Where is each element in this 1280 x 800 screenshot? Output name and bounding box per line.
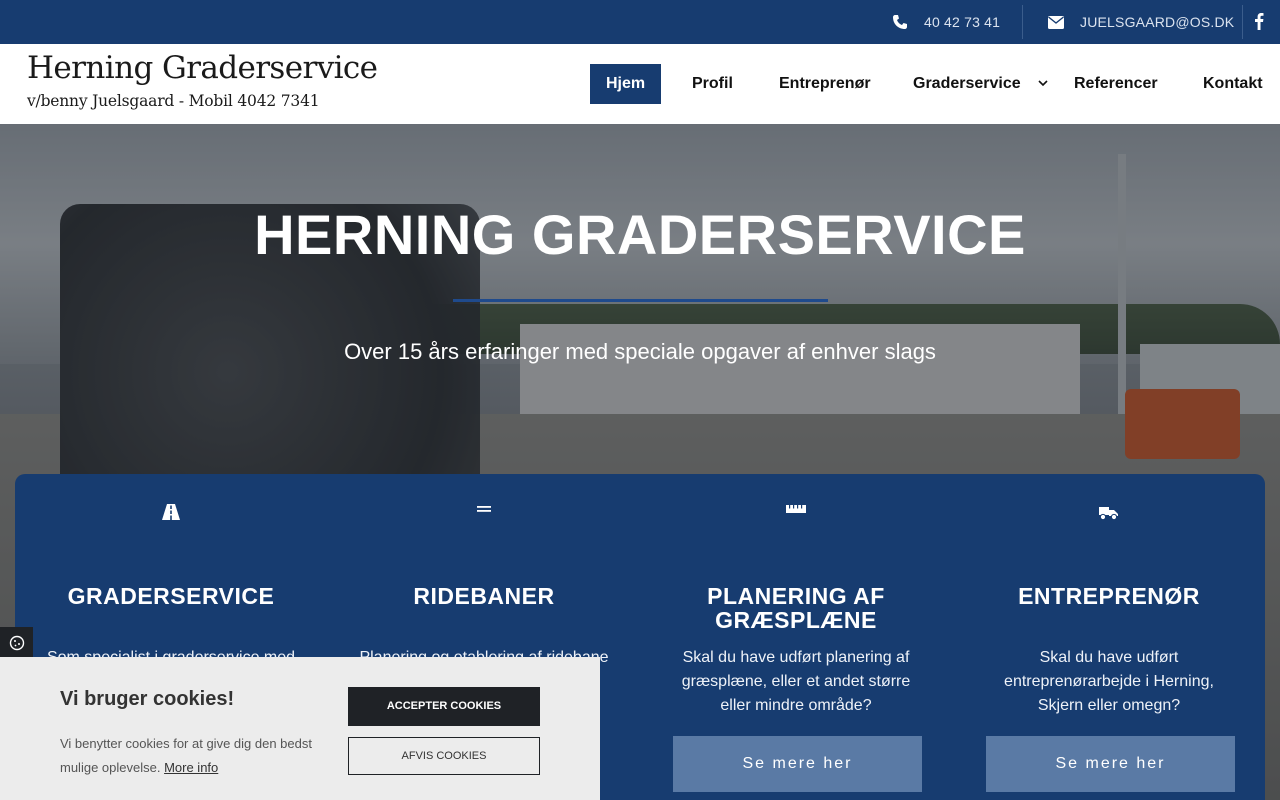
logo-title[interactable]: Herning Graderservice <box>27 50 378 86</box>
service-title: PLANERING AF GRÆSPLÆNE <box>707 583 885 633</box>
nav-item-graderservice[interactable]: Graderservice <box>913 64 1021 104</box>
see-more-button[interactable]: Se mere her <box>986 736 1235 792</box>
nav-item-referencer[interactable]: Referencer <box>1074 64 1158 104</box>
email-address: JUELSGAARD@OS.DK <box>1080 14 1235 30</box>
nav-item-profil[interactable]: Profil <box>692 64 733 104</box>
service-title: ENTREPRENØR <box>1018 583 1200 609</box>
cookie-settings-button[interactable] <box>0 627 33 659</box>
cookie-icon <box>9 635 24 651</box>
service-title: RIDEBANER <box>413 583 555 609</box>
hero-divider <box>453 299 828 302</box>
cookie-title: Vi bruger cookies! <box>60 688 235 710</box>
topbar-divider <box>1022 5 1023 39</box>
hero-title: HERNING GRADERSERVICE <box>254 203 1026 266</box>
cookie-banner: Vi bruger cookies! Vi benytter cookies f… <box>0 657 600 800</box>
top-bar: 40 42 73 41 JUELSGAARD@OS.DK <box>0 0 1280 44</box>
phone-number: 40 42 73 41 <box>924 14 1001 30</box>
see-more-button[interactable]: Se mere her <box>673 736 922 792</box>
phone-contact[interactable]: 40 42 73 41 <box>892 0 1000 44</box>
site-header: Herning Graderservice v/benny Juelsgaard… <box>0 44 1280 124</box>
decline-cookies-button[interactable]: AFVIS COOKIES <box>348 737 540 775</box>
road-icon <box>15 504 327 524</box>
envelope-icon <box>1048 15 1064 29</box>
phone-icon <box>893 15 907 29</box>
logo-subtitle: v/benny Juelsgaard - Mobil 4042 7341 <box>27 92 320 110</box>
hero-subtitle: Over 15 års erfaringer med speciale opga… <box>344 339 936 364</box>
equals-icon <box>328 504 640 524</box>
truck-icon <box>953 504 1265 524</box>
nav-item-hjem[interactable]: Hjem <box>590 64 662 104</box>
chevron-down-icon[interactable] <box>1038 79 1048 87</box>
facebook-link[interactable] <box>1254 12 1264 35</box>
service-text: Skal du have udført planering af græsplæ… <box>681 649 911 714</box>
accept-cookies-button[interactable]: ACCEPTER COOKIES <box>348 687 540 726</box>
email-contact[interactable]: JUELSGAARD@OS.DK <box>1048 0 1234 44</box>
service-card-entreprenor: ENTREPRENØR Skal du have udført entrepre… <box>953 474 1265 800</box>
cookie-text: Vi benytter cookies for at give dig den … <box>60 732 320 780</box>
facebook-icon <box>1255 13 1264 30</box>
cookie-more-info-link[interactable]: More info <box>164 760 218 775</box>
service-text: Skal du have udført entreprenørarbejde i… <box>1004 649 1214 714</box>
topbar-divider <box>1242 5 1243 39</box>
nav-item-kontakt[interactable]: Kontakt <box>1203 64 1263 104</box>
ruler-icon <box>640 504 952 524</box>
nav-item-entreprenor[interactable]: Entreprenør <box>779 64 871 104</box>
service-card-planering: PLANERING AF GRÆSPLÆNE Skal du have udfø… <box>640 474 952 800</box>
service-title: GRADERSERVICE <box>67 583 275 609</box>
